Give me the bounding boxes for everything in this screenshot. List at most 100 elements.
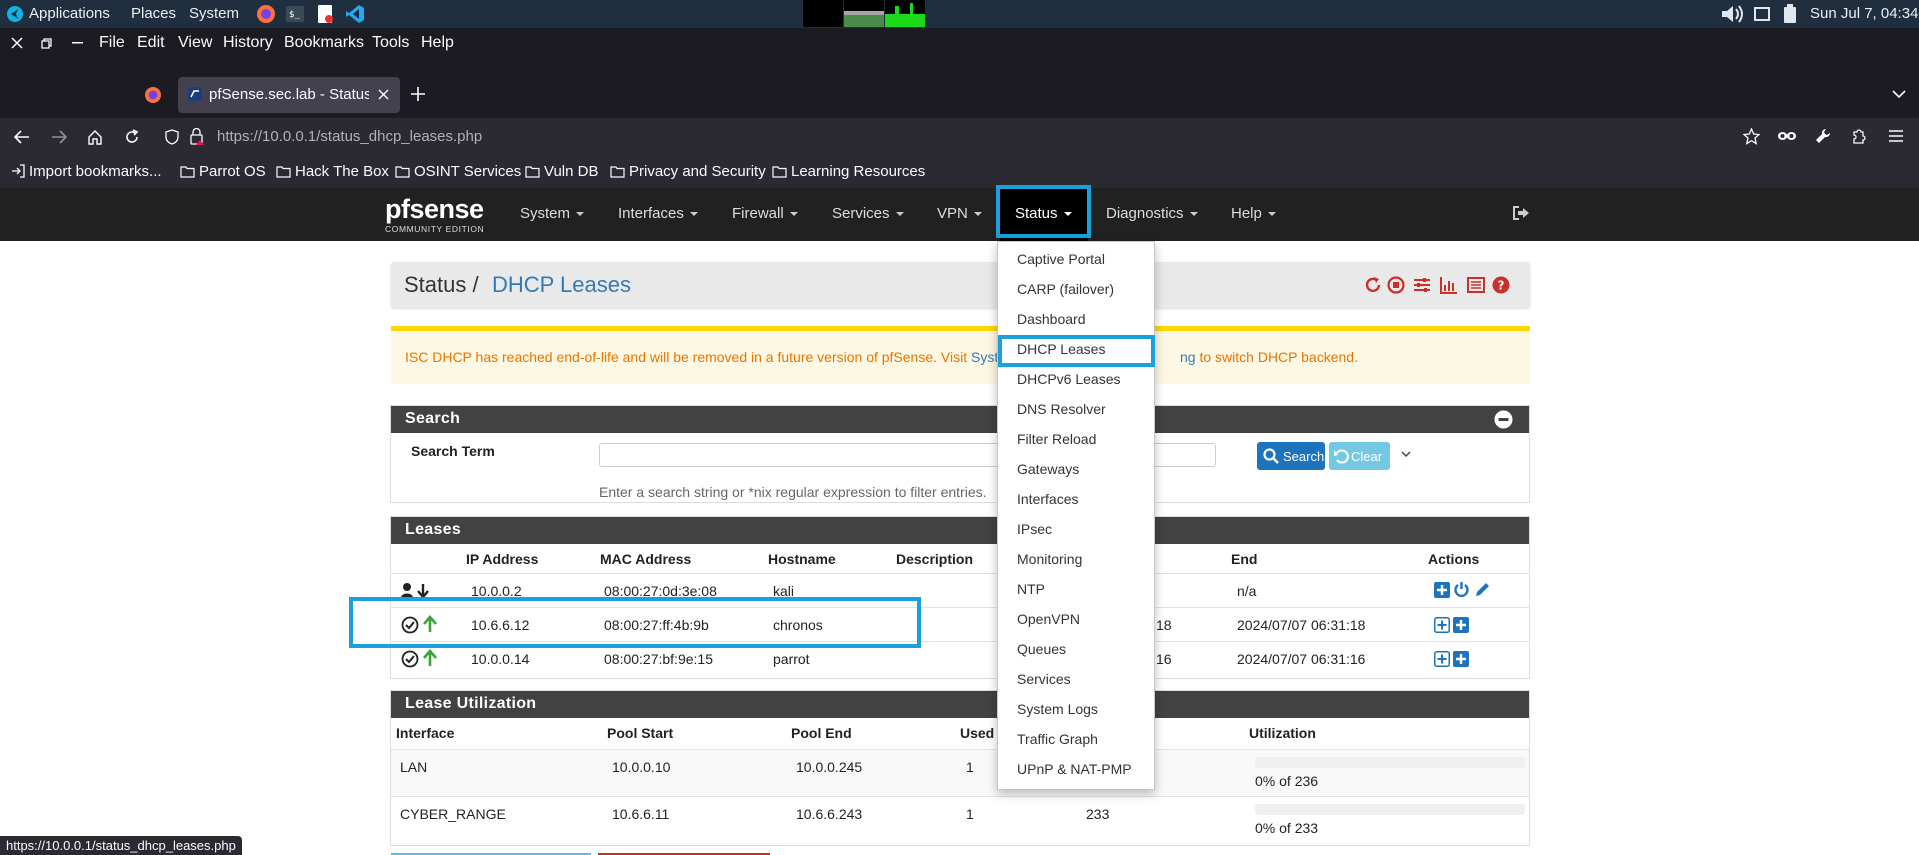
- add-static-mapping-icon[interactable]: [1434, 582, 1450, 598]
- menu-item-gateways[interactable]: Gateways: [1017, 461, 1079, 477]
- applications-menu[interactable]: Applications: [29, 5, 110, 22]
- reload-icon[interactable]: [124, 129, 140, 145]
- add-wol-mapping-icon[interactable]: [1453, 617, 1469, 633]
- menu-history[interactable]: History: [223, 34, 273, 52]
- reload-service-icon[interactable]: [1364, 276, 1382, 294]
- back-icon[interactable]: [14, 130, 30, 144]
- bookmark-folder-parrot-os[interactable]: Parrot OS: [180, 163, 266, 180]
- menu-file[interactable]: File: [99, 34, 125, 52]
- power-icon[interactable]: [1453, 581, 1470, 598]
- add-wol-mapping-icon[interactable]: [1453, 651, 1469, 667]
- breadcrumb-page[interactable]: DHCP Leases: [492, 272, 631, 298]
- warning-link-tail[interactable]: ng: [1180, 349, 1196, 365]
- nav-system[interactable]: System: [520, 205, 585, 222]
- bookmark-folder-learning[interactable]: Learning Resources: [772, 163, 925, 180]
- col-ip-address[interactable]: IP Address: [466, 551, 538, 567]
- clear-button[interactable]: Clear: [1329, 442, 1390, 470]
- places-menu[interactable]: Places: [131, 5, 176, 22]
- close-tab-icon[interactable]: [378, 89, 389, 100]
- col-used[interactable]: Used: [960, 725, 994, 741]
- menu-item-dhcpv6-leases[interactable]: DHCPv6 Leases: [1017, 371, 1121, 387]
- select-caret-icon[interactable]: [1401, 443, 1415, 467]
- col-description[interactable]: Description: [896, 551, 973, 567]
- forward-icon[interactable]: [51, 130, 67, 144]
- menu-item-queues[interactable]: Queues: [1017, 641, 1066, 657]
- bookmark-import[interactable]: Import bookmarks...: [11, 163, 162, 180]
- menu-help[interactable]: Help: [421, 34, 454, 52]
- menu-view[interactable]: View: [178, 34, 212, 52]
- stop-service-icon[interactable]: [1387, 276, 1405, 294]
- menu-item-ipsec[interactable]: IPsec: [1017, 521, 1052, 537]
- breadcrumb-root[interactable]: Status /: [404, 272, 479, 298]
- hamburger-menu-icon[interactable]: [1888, 129, 1904, 143]
- volume-icon[interactable]: [1720, 3, 1746, 25]
- menu-item-traffic-graph[interactable]: Traffic Graph: [1017, 731, 1098, 747]
- private-browsing-icon[interactable]: [1777, 130, 1797, 142]
- menu-tools[interactable]: Tools: [372, 34, 409, 52]
- col-pool-end[interactable]: Pool End: [791, 725, 852, 741]
- system-menu[interactable]: System: [189, 5, 239, 22]
- wrench-icon[interactable]: [1815, 128, 1831, 144]
- add-static-mapping-icon[interactable]: [1434, 651, 1450, 667]
- clock[interactable]: Sun Jul 7, 04:34: [1810, 5, 1918, 22]
- nav-interfaces[interactable]: Interfaces: [618, 205, 698, 222]
- restore-window-icon[interactable]: [41, 38, 52, 49]
- menu-item-system-logs[interactable]: System Logs: [1017, 701, 1098, 717]
- minimize-window-icon[interactable]: [72, 42, 83, 45]
- tab-pfsense-status[interactable]: pfSense.sec.lab - Status: D: [178, 77, 400, 113]
- menu-item-openvpn[interactable]: OpenVPN: [1017, 611, 1080, 627]
- menu-item-dashboard[interactable]: Dashboard: [1017, 311, 1086, 327]
- shield-icon[interactable]: [165, 129, 179, 145]
- home-icon[interactable]: [87, 129, 103, 145]
- close-window-icon[interactable]: [11, 37, 23, 49]
- window-list-icon[interactable]: [1754, 6, 1770, 22]
- extensions-icon[interactable]: [1851, 128, 1867, 144]
- help-icon[interactable]: ?: [1492, 276, 1510, 294]
- pfsense-logo[interactable]: pfsense COMMUNITY EDITION: [385, 195, 484, 234]
- nav-help[interactable]: Help: [1231, 205, 1276, 222]
- new-tab-icon[interactable]: [410, 86, 426, 102]
- bookmark-folder-hack-the-box[interactable]: Hack The Box: [276, 163, 389, 180]
- nav-firewall[interactable]: Firewall: [732, 205, 798, 222]
- bookmark-folder-osint[interactable]: OSINT Services: [395, 163, 521, 180]
- menu-edit[interactable]: Edit: [137, 34, 165, 52]
- menu-item-interfaces[interactable]: Interfaces: [1017, 491, 1078, 507]
- bookmark-star-icon[interactable]: [1743, 128, 1760, 145]
- col-pool-start[interactable]: Pool Start: [607, 725, 673, 741]
- menu-item-monitoring[interactable]: Monitoring: [1017, 551, 1082, 567]
- edit-pencil-icon[interactable]: [1474, 581, 1491, 598]
- col-interface[interactable]: Interface: [396, 725, 454, 741]
- firefox-launcher-icon[interactable]: [256, 4, 276, 24]
- menu-item-carp[interactable]: CARP (failover): [1017, 281, 1114, 297]
- lock-warning-icon[interactable]: [189, 128, 205, 146]
- menu-item-services[interactable]: Services: [1017, 671, 1071, 687]
- menu-item-captive-portal[interactable]: Captive Portal: [1017, 251, 1105, 267]
- list-all-tabs-icon[interactable]: [1892, 89, 1906, 99]
- firefox-view-icon[interactable]: [144, 86, 162, 104]
- col-end[interactable]: End: [1231, 551, 1257, 567]
- parrot-logo-icon[interactable]: [6, 5, 24, 23]
- col-utilization[interactable]: Utilization: [1249, 725, 1316, 741]
- graph-icon[interactable]: [1440, 276, 1458, 294]
- add-static-mapping-icon[interactable]: [1434, 617, 1450, 633]
- settings-sliders-icon[interactable]: [1413, 276, 1431, 294]
- col-hostname[interactable]: Hostname: [768, 551, 836, 567]
- menu-item-dns-resolver[interactable]: DNS Resolver: [1017, 401, 1106, 417]
- terminal-launcher-icon[interactable]: $_: [285, 4, 305, 24]
- menu-item-ntp[interactable]: NTP: [1017, 581, 1045, 597]
- nav-diagnostics[interactable]: Diagnostics: [1106, 205, 1198, 222]
- bookmark-folder-vuln-db[interactable]: Vuln DB: [525, 163, 598, 180]
- menu-item-upnp[interactable]: UPnP & NAT-PMP: [1017, 761, 1132, 777]
- nav-services[interactable]: Services: [832, 205, 904, 222]
- col-mac-address[interactable]: MAC Address: [600, 551, 691, 567]
- address-bar[interactable]: https://10.0.0.1/status_dhcp_leases.php: [160, 122, 1760, 152]
- log-list-icon[interactable]: [1467, 276, 1485, 294]
- document-launcher-icon[interactable]: [316, 4, 334, 24]
- nav-vpn[interactable]: VPN: [937, 205, 982, 222]
- vscode-launcher-icon[interactable]: [345, 4, 365, 24]
- logout-icon[interactable]: [1512, 205, 1530, 221]
- search-button[interactable]: Search: [1257, 442, 1325, 470]
- collapse-minus-icon[interactable]: [1494, 410, 1513, 429]
- menu-item-filter-reload[interactable]: Filter Reload: [1017, 431, 1096, 447]
- menu-bookmarks[interactable]: Bookmarks: [284, 34, 364, 52]
